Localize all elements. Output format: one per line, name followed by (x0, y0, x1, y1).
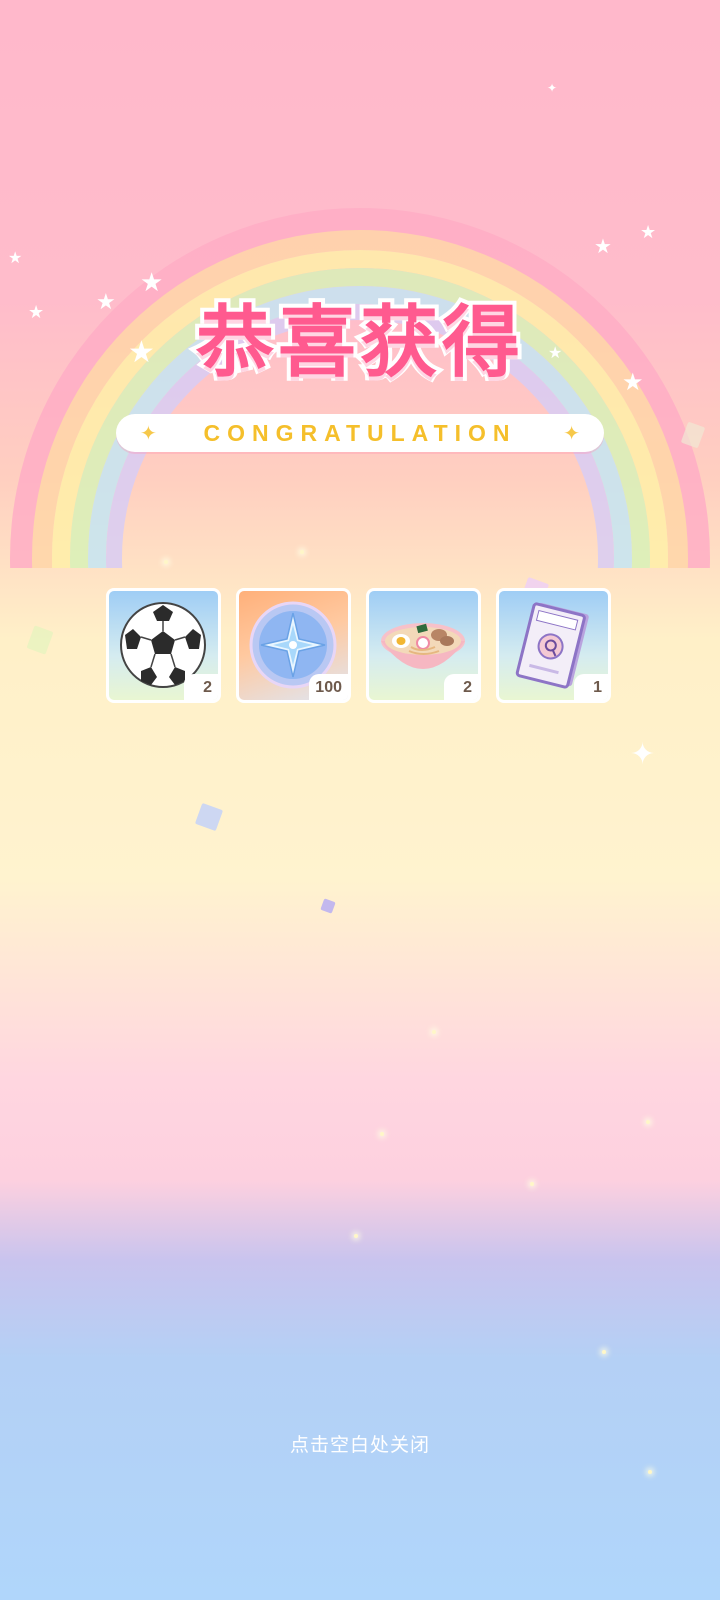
glow-dot (648, 1470, 652, 1474)
reward-quantity: 100 (309, 674, 348, 700)
popup-subtitle: CONGRATULATION (203, 420, 517, 446)
popup-title: 恭喜获得 (192, 294, 524, 392)
confetti-piece (26, 625, 54, 655)
reward-item-soccer-ball[interactable]: 2 (106, 588, 221, 703)
reward-item-ramen[interactable]: 2 (366, 588, 481, 703)
close-hint[interactable]: 点击空白处关闭 (0, 1430, 720, 1457)
reward-quantity: 1 (574, 674, 608, 700)
glow-dot (602, 1350, 606, 1354)
glow-dot (432, 1030, 436, 1034)
subtitle-banner: ✦ CONGRATULATION ✦ (116, 414, 604, 452)
sparkle-icon: ✦ (547, 81, 558, 95)
glow-dot (300, 550, 304, 554)
glow-dot (380, 1132, 384, 1136)
confetti-piece (194, 802, 224, 832)
sparkle-icon: ✦ (563, 421, 580, 445)
confetti-piece (320, 898, 336, 914)
reward-list: 2 100 2 1 (106, 588, 626, 706)
sparkle-icon: ✦ (630, 737, 656, 772)
star-icon: ★ (8, 248, 23, 267)
reward-item-book[interactable]: 1 (496, 588, 611, 703)
star-icon: ★ (640, 222, 657, 243)
star-icon: ★ (594, 234, 612, 258)
glow-dot (646, 1120, 650, 1124)
glow-dot (354, 1234, 358, 1238)
reward-quantity: 2 (184, 674, 218, 700)
reward-item-star-coin[interactable]: 100 (236, 588, 351, 703)
reward-quantity: 2 (444, 674, 478, 700)
glow-dot (530, 1182, 534, 1186)
glow-dot (164, 560, 168, 564)
